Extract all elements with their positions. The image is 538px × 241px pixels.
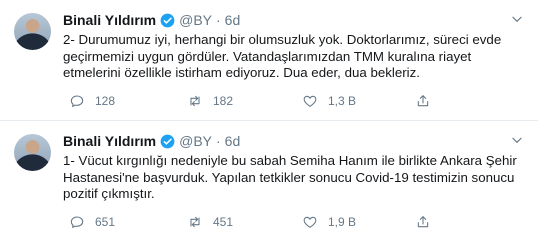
like-count: 1,9 B [328,215,357,229]
tweet-actions: 651 451 1,9 B [63,214,429,230]
reply-button[interactable]: 128 [69,93,115,109]
separator-dot: · [216,12,221,28]
chevron-down-icon[interactable] [510,133,524,147]
reply-count: 128 [95,94,116,108]
reply-icon [70,95,84,107]
like-button[interactable]: 1,9 B [302,214,356,230]
reply-button[interactable]: 651 [69,214,115,230]
tweet-header: Binali Yıldırım @BY · 6d [63,132,524,150]
timestamp[interactable]: 6d [225,12,241,28]
timestamp[interactable]: 6d [225,133,241,149]
reply-count: 651 [95,215,116,229]
retweet-count: 182 [213,94,234,108]
share-icon [417,95,429,107]
reply-icon [70,216,84,228]
retweet-button[interactable]: 451 [187,214,233,230]
tweet-header: Binali Yıldırım @BY · 6d [63,11,524,29]
author-handle[interactable]: @BY [179,133,212,149]
author-name[interactable]: Binali Yıldırım [63,133,156,149]
retweet-button[interactable]: 182 [187,93,233,109]
heart-icon [303,95,317,107]
verified-badge-icon [160,134,175,148]
tweet-text: 2- Durumumuz iyi, herhangi bir olumsuzlu… [63,32,502,80]
share-button[interactable] [415,214,441,230]
share-icon [417,216,429,228]
retweet-icon [190,216,200,228]
avatar[interactable] [14,13,51,50]
share-button[interactable] [415,93,441,109]
author-handle[interactable]: @BY [179,12,212,28]
tweet-feed: Binali Yıldırım @BY · 6d 2- Durumumuz iy… [0,0,538,241]
retweet-icon [190,95,200,107]
chevron-down-icon[interactable] [510,12,524,26]
tweet-actions: 128 182 1,3 B [63,93,429,109]
like-count: 1,3 B [328,94,357,108]
like-button[interactable]: 1,3 B [302,93,356,109]
verified-badge-icon [160,13,175,27]
author-name[interactable]: Binali Yıldırım [63,12,156,28]
separator-dot: · [216,133,221,149]
heart-icon [303,216,317,228]
avatar[interactable] [14,134,51,171]
retweet-count: 451 [213,215,234,229]
tweet[interactable]: Binali Yıldırım @BY · 6d 2- Durumumuz iy… [0,0,538,120]
tweet[interactable]: Binali Yıldırım @BY · 6d 1- Vücut kırgın… [0,120,538,241]
tweet-text: 1- Vücut kırgınlığı nedeniyle bu sabah S… [63,153,517,201]
